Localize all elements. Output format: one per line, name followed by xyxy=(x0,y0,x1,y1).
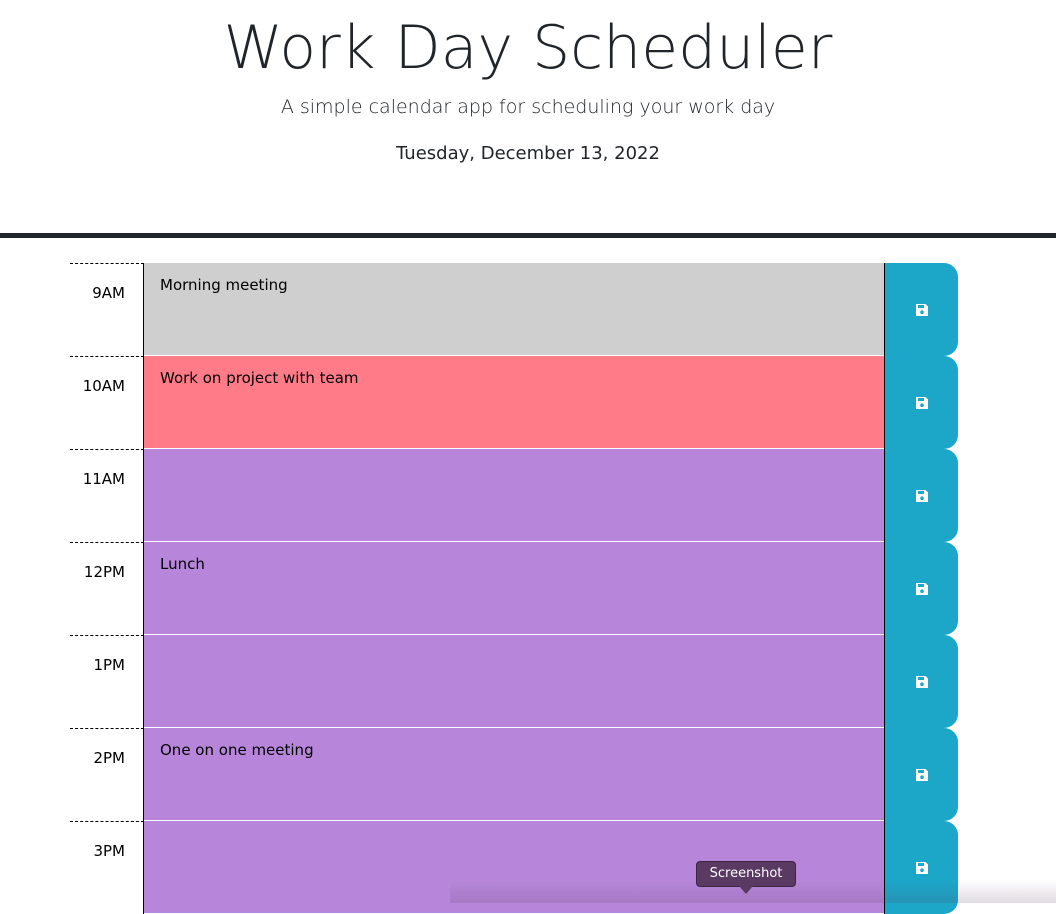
page-header: Work Day Scheduler A simple calendar app… xyxy=(0,0,1056,233)
floppy-disk-icon xyxy=(915,768,928,781)
event-description-field[interactable]: Work on project with team xyxy=(144,356,884,449)
time-block-12pm: 12PM Lunch xyxy=(70,542,958,635)
time-block-11am: 11AM xyxy=(70,449,958,542)
event-description-field[interactable] xyxy=(144,449,884,542)
hour-label: 10AM xyxy=(70,356,144,449)
save-button[interactable] xyxy=(884,449,958,542)
floppy-disk-icon xyxy=(915,303,928,316)
page-title: Work Day Scheduler xyxy=(223,13,833,83)
header-divider xyxy=(0,233,1056,238)
save-button[interactable] xyxy=(884,635,958,728)
event-description-field[interactable]: Morning meeting xyxy=(144,263,884,356)
page-subtitle: A simple calendar app for scheduling you… xyxy=(280,96,776,118)
floppy-disk-icon xyxy=(915,861,928,874)
event-description-field[interactable]: One on one meeting xyxy=(144,728,884,821)
time-block-3pm: 3PM xyxy=(70,821,958,914)
time-block-9am: 9AM Morning meeting xyxy=(70,263,958,356)
floppy-disk-icon xyxy=(915,489,928,502)
hour-label: 2PM xyxy=(70,728,144,821)
current-date: Tuesday, December 13, 2022 xyxy=(396,143,660,164)
floppy-disk-icon xyxy=(915,396,928,409)
hour-label: 12PM xyxy=(70,542,144,635)
tooltip-arrow xyxy=(739,886,753,894)
event-description-field[interactable]: Lunch xyxy=(144,542,884,635)
save-button[interactable] xyxy=(884,356,958,449)
hour-label: 1PM xyxy=(70,635,144,728)
time-block-2pm: 2PM One on one meeting xyxy=(70,728,958,821)
hour-label: 3PM xyxy=(70,821,144,914)
hour-label: 9AM xyxy=(70,263,144,356)
floppy-disk-icon xyxy=(915,582,928,595)
save-button[interactable] xyxy=(884,542,958,635)
time-block-1pm: 1PM xyxy=(70,635,958,728)
screenshot-tooltip: Screenshot xyxy=(696,861,796,887)
save-button[interactable] xyxy=(884,821,958,914)
schedule-container: 9AM Morning meeting 10AM Work on project… xyxy=(70,263,958,914)
hour-label: 11AM xyxy=(70,449,144,542)
save-button[interactable] xyxy=(884,728,958,821)
event-description-field[interactable] xyxy=(144,635,884,728)
time-block-10am: 10AM Work on project with team xyxy=(70,356,958,449)
save-button[interactable] xyxy=(884,263,958,356)
floppy-disk-icon xyxy=(915,675,928,688)
